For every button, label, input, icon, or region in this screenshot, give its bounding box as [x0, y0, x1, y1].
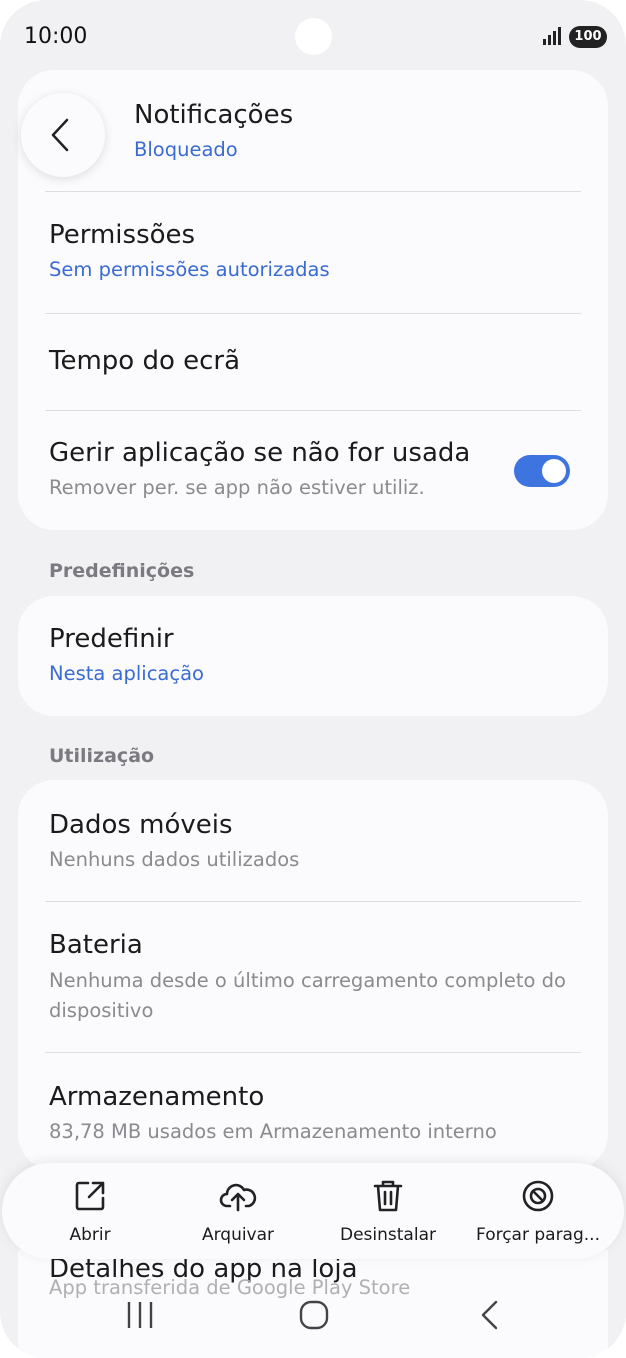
item-subtitle: Nesta aplicação	[49, 662, 204, 685]
list-item-battery[interactable]: Bateria Nenhuma desde o último carregame…	[49, 930, 580, 1026]
signal-icon	[543, 27, 563, 49]
item-title: Armazenamento	[49, 1082, 265, 1112]
action-label: Abrir	[69, 1225, 111, 1245]
defaults-card: Predefinir Nesta aplicação	[18, 596, 608, 716]
toggle-knob	[542, 459, 566, 483]
list-item-screen-time[interactable]: Tempo do ecrã	[49, 346, 580, 376]
item-title: Dados móveis	[49, 810, 233, 840]
cloud-upload-icon	[219, 1183, 257, 1212]
usage-card: Dados móveis Nenhuns dados utilizados Ba…	[18, 780, 608, 1170]
item-title: Permissões	[49, 220, 196, 250]
home-button[interactable]	[299, 1300, 329, 1334]
action-label: Arquivar	[201, 1225, 275, 1245]
chevron-left-icon	[51, 118, 69, 152]
divider	[45, 1052, 581, 1053]
item-subtitle: Remover per. se app não estiver utiliz.	[49, 476, 425, 499]
system-navigation-bar	[0, 1290, 626, 1350]
open-external-icon	[75, 1181, 105, 1211]
divider	[45, 191, 581, 192]
list-item-storage[interactable]: Armazenamento 83,78 MB usados em Armazen…	[49, 1082, 580, 1146]
item-subtitle: Bloqueado	[134, 138, 238, 161]
block-icon	[522, 1180, 554, 1212]
home-icon	[299, 1300, 329, 1330]
item-title: Gerir aplicação se não for usada	[49, 438, 471, 468]
trash-icon	[373, 1180, 403, 1212]
battery-indicator: 100	[569, 26, 607, 48]
app-info-card: Notificações Bloqueado Permissões Sem pe…	[18, 70, 608, 530]
item-subtitle: Nenhuma desde o último carregamento comp…	[49, 969, 566, 1022]
list-item-set-default[interactable]: Predefinir Nesta aplicação	[49, 624, 580, 688]
list-item-notifications[interactable]: Notificações Bloqueado	[49, 100, 580, 164]
item-subtitle: Sem permissões autorizadas	[49, 258, 330, 281]
archive-button[interactable]: Arquivar	[163, 1179, 313, 1245]
divider	[45, 901, 581, 902]
list-item-mobile-data[interactable]: Dados móveis Nenhuns dados utilizados	[49, 810, 580, 874]
divider	[45, 410, 581, 411]
system-back-button[interactable]	[480, 1300, 500, 1334]
back-button[interactable]	[21, 93, 105, 177]
recent-apps-button[interactable]	[126, 1300, 154, 1334]
uninstall-button[interactable]: Desinstalar	[313, 1179, 463, 1245]
force-stop-button[interactable]: Forçar parag...	[463, 1179, 613, 1245]
item-subtitle: Nenhuns dados utilizados	[49, 848, 300, 871]
section-label-defaults: Predefinições	[49, 560, 195, 582]
section-label-usage: Utilização	[49, 745, 155, 767]
list-item-manage-unused[interactable]: Gerir aplicação se não for usada Remover…	[49, 438, 498, 502]
phone-screen: 10:00 100 Notificações Bloqueado Permiss…	[0, 0, 626, 1358]
manage-unused-toggle[interactable]	[514, 455, 570, 487]
divider	[45, 313, 581, 314]
action-label: Forçar parag...	[476, 1225, 600, 1245]
status-time: 10:00	[24, 24, 88, 49]
open-button[interactable]: Abrir	[15, 1179, 165, 1245]
item-title: Notificações	[134, 100, 294, 130]
back-icon	[481, 1300, 498, 1330]
item-title: Predefinir	[49, 624, 174, 654]
item-title: Bateria	[49, 930, 143, 960]
bottom-action-bar: Abrir Arquivar Desinstalar Forçar parag.…	[2, 1163, 624, 1259]
list-item-permissions[interactable]: Permissões Sem permissões autorizadas	[49, 220, 580, 284]
action-label: Desinstalar	[340, 1225, 436, 1245]
item-title: Tempo do ecrã	[49, 346, 241, 376]
status-bar: 10:00 100	[0, 0, 626, 78]
camera-cutout	[295, 18, 332, 55]
item-subtitle: 83,78 MB usados em Armazenamento interno	[49, 1120, 497, 1143]
recents-icon	[127, 1302, 153, 1328]
